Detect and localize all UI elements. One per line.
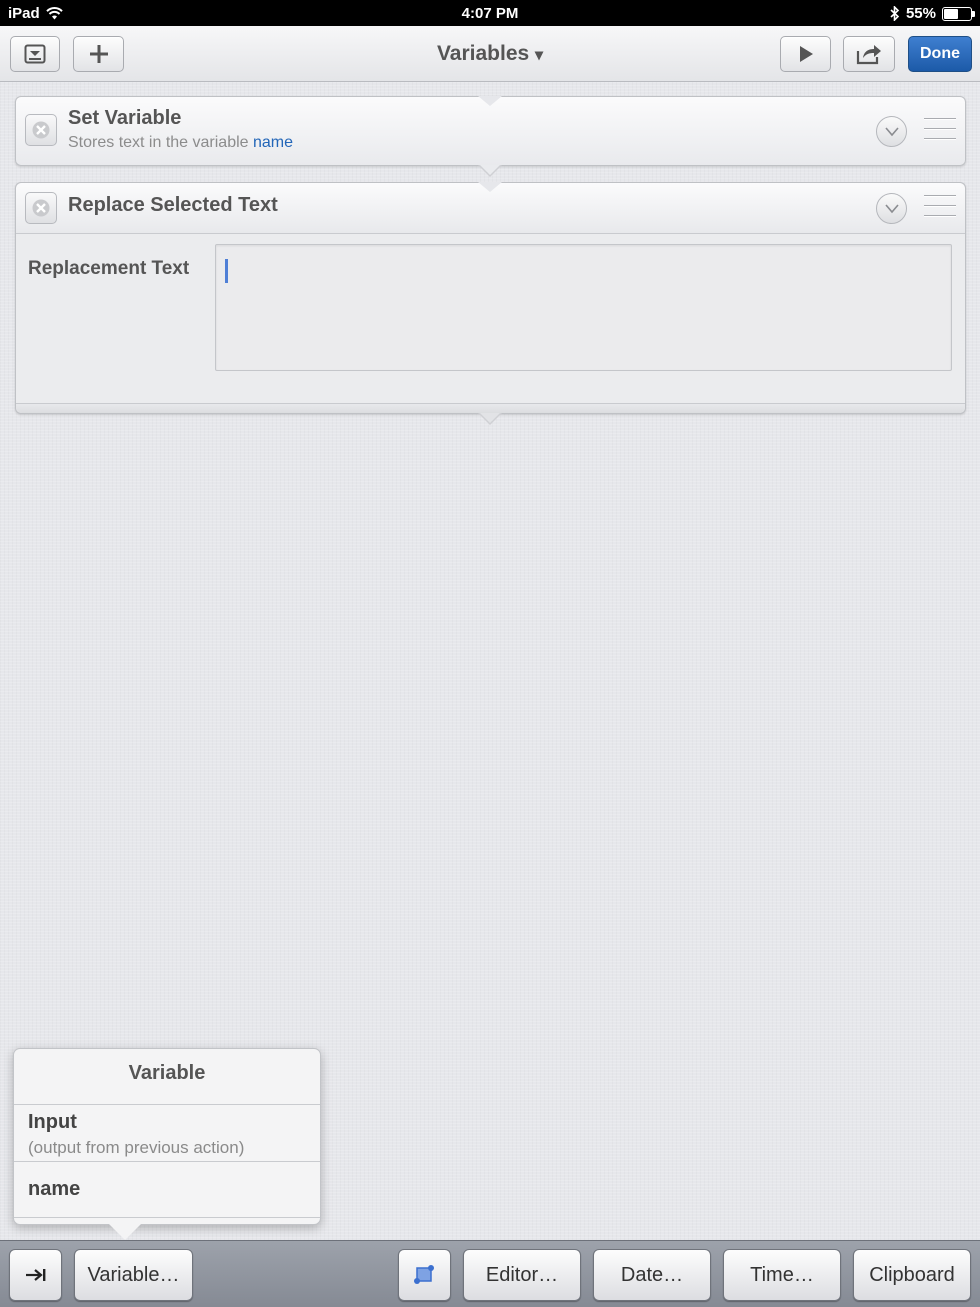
clipboard-button[interactable]: Clipboard [853, 1249, 971, 1301]
action-set-variable[interactable]: Set Variable Stores text in the variable… [15, 96, 966, 166]
reorder-handle[interactable] [924, 118, 956, 148]
share-icon [856, 45, 881, 65]
editor-button[interactable]: Editor… [463, 1249, 581, 1301]
action-description: Stores text in the variable name [68, 134, 293, 152]
workflow-title: Variables [436, 42, 530, 65]
action-title: Set Variable [68, 107, 182, 129]
date-button[interactable]: Date… [593, 1249, 711, 1301]
text-cursor [225, 259, 228, 283]
workflow-title-menu[interactable]: Variables ▾ [0, 42, 980, 66]
popover-item-title: name [28, 1178, 81, 1200]
battery-percent: 55% [905, 5, 936, 22]
share-button[interactable] [843, 36, 895, 72]
status-bar: iPad 4:07 PM 55% [0, 0, 980, 26]
chevron-down-icon [884, 126, 899, 136]
flow-connector [478, 182, 502, 192]
tab-button[interactable] [9, 1249, 62, 1301]
battery-icon [942, 6, 975, 21]
expand-action-button[interactable] [876, 116, 907, 147]
tab-key-icon [25, 1269, 45, 1281]
flow-connector [480, 413, 500, 423]
delete-action-button[interactable] [25, 114, 57, 146]
status-bar-right: 55% [890, 5, 975, 22]
replacement-text-label: Replacement Text [28, 258, 190, 279]
replacement-text-field[interactable] [215, 244, 952, 371]
delete-action-button[interactable] [25, 192, 57, 224]
clock: 4:07 PM [461, 5, 519, 22]
popover-item-name[interactable]: name [14, 1162, 320, 1217]
close-icon [32, 199, 50, 217]
play-icon [799, 46, 813, 62]
done-button[interactable]: Done [908, 36, 972, 72]
variable-token[interactable]: name [253, 134, 293, 151]
toolbar: Variables ▾ Done [0, 26, 980, 82]
close-icon [32, 121, 50, 139]
popover-item-subtitle: (output from previous action) [28, 1138, 245, 1157]
action-footer [16, 403, 965, 413]
action-description-text: Stores text in the variable [68, 134, 249, 151]
popover-arrow [109, 1224, 141, 1240]
flow-connector [480, 165, 500, 175]
action-title: Replace Selected Text [68, 194, 278, 216]
reorder-handle[interactable] [924, 195, 956, 225]
battery-fill [944, 8, 958, 19]
dropdown-triangle-icon: ▾ [535, 47, 544, 64]
flow-connector [478, 96, 502, 106]
selection-button[interactable] [398, 1249, 451, 1301]
popover-item-title: Input [28, 1111, 77, 1133]
bluetooth-icon [890, 6, 900, 21]
variable-popover: Variable Input (output from previous act… [13, 1048, 321, 1225]
popover-title: Variable [128, 1062, 206, 1084]
chevron-down-icon [884, 203, 899, 213]
popover-item-input[interactable]: Input (output from previous action) [14, 1105, 320, 1161]
expand-action-button[interactable] [876, 193, 907, 224]
divider [14, 1217, 320, 1218]
selection-icon [413, 1265, 434, 1284]
run-button[interactable] [780, 36, 831, 72]
variable-button[interactable]: Variable… [74, 1249, 193, 1301]
keyboard-accessory-bar: Variable… Editor… Date… Time… Clipboard [0, 1240, 980, 1307]
time-button[interactable]: Time… [723, 1249, 841, 1301]
